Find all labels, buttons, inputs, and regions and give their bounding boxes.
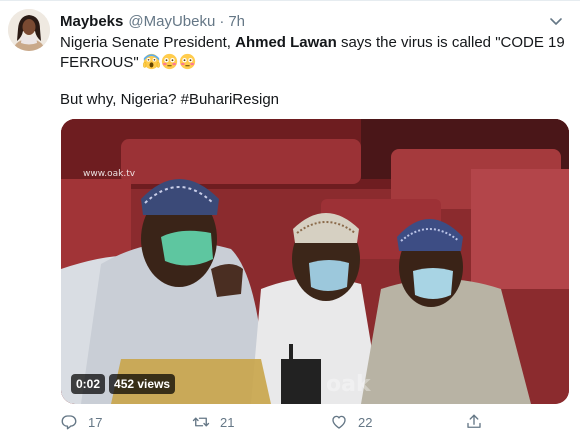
heart-icon	[332, 415, 346, 429]
like-count: 22	[358, 414, 373, 430]
tweet-card[interactable]: Maybeks @MayUbeku · 7h Nigeria Senate Pr…	[0, 0, 580, 432]
retweet-icon	[192, 417, 210, 427]
tweet-text-bold: Ahmed Lawan	[235, 34, 337, 51]
flushed-face-emoji-icon	[161, 53, 177, 70]
video-player[interactable]: oak www.oak.tv 0:02 452 views	[61, 119, 569, 404]
share-icon	[467, 414, 481, 428]
screaming-face-emoji-icon	[143, 53, 160, 70]
hashtag-link[interactable]: #BuhariResign	[181, 91, 279, 108]
reply-icon	[61, 415, 77, 430]
svg-text:oak: oak	[326, 372, 372, 397]
tweet-header: Maybeks @MayUbeku · 7h	[60, 11, 245, 31]
share-button[interactable]	[465, 413, 483, 431]
display-name[interactable]: Maybeks	[60, 13, 123, 30]
video-meta: 0:02 452 views	[71, 374, 176, 394]
video-frame: oak	[61, 119, 569, 404]
avatar[interactable]	[8, 9, 50, 51]
tweet-text-part1: Nigeria Senate President,	[60, 34, 236, 51]
like-button[interactable]: 22	[330, 413, 372, 431]
video-time: 0:02	[71, 374, 106, 394]
flushed-face-emoji-icon	[179, 53, 195, 70]
user-handle[interactable]: @MayUbeku	[128, 13, 215, 30]
video-watermark: www.oak.tv	[83, 169, 136, 179]
tweet-text-line2: But why, Nigeria? #BuhariResign	[60, 90, 279, 110]
reply-button[interactable]: 17	[60, 413, 102, 431]
tweet-actions: 17 21 22	[60, 413, 500, 432]
retweet-count: 21	[220, 414, 235, 430]
reply-count: 17	[88, 414, 103, 430]
chevron-down-icon[interactable]	[546, 11, 566, 31]
tweet-text-line2-prefix: But why, Nigeria?	[60, 91, 181, 108]
retweet-button[interactable]: 21	[192, 413, 234, 431]
timestamp[interactable]: 7h	[228, 13, 245, 30]
separator-dot: ·	[219, 12, 225, 30]
video-views: 452 views	[109, 374, 176, 394]
tweet-text: Nigeria Senate President, Ahmed Lawan sa…	[60, 33, 565, 73]
